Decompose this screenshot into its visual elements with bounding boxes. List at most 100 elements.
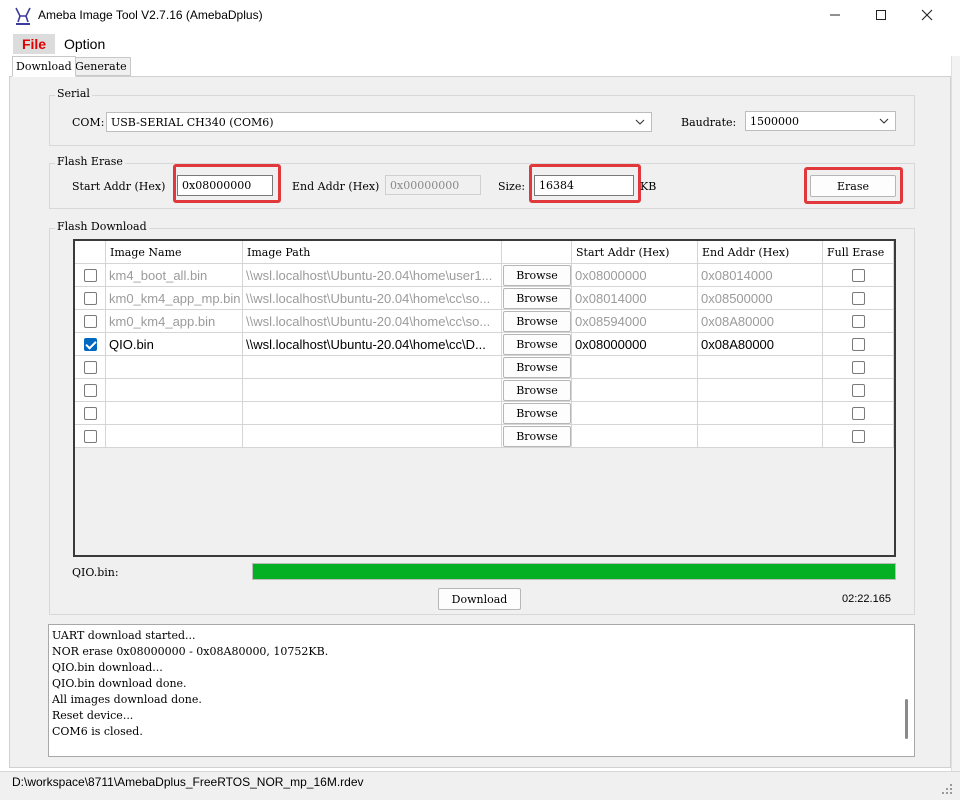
select-cell [75,425,106,448]
image-name-cell [106,379,243,402]
browse-cell: Browse [502,379,572,402]
end-addr-cell: 0x08500000 [698,287,823,310]
column-header-image-path: Image Path [243,241,502,264]
menu-file[interactable]: File [13,34,55,54]
select-checkbox[interactable] [83,314,97,328]
log-line: All images download done. [52,693,202,706]
download-button[interactable]: Download [438,588,521,610]
browse-button[interactable]: Browse [503,402,571,424]
browse-button[interactable]: Browse [503,310,571,332]
image-name-cell [106,425,243,448]
full-erase-cell [823,356,894,379]
select-cell [75,264,106,287]
image-name-cell [106,356,243,379]
select-checkbox[interactable] [83,268,97,282]
table-row: km0_km4_app.bin \\wsl.localhost\Ubuntu-20… [75,310,894,333]
full-erase-cell [823,264,894,287]
image-path-cell: \\wsl.localhost\Ubuntu-20.04\home\cc\D..… [243,333,502,356]
select-cell [75,287,106,310]
full-erase-checkbox[interactable] [851,406,865,420]
table-row: Browse [75,356,894,379]
select-checkbox[interactable] [83,337,97,351]
full-erase-cell [823,287,894,310]
end-addr-input: 0x00000000 [385,175,481,195]
flash-erase-group-title: Flash Erase [55,155,125,168]
image-name-cell: km4_boot_all.bin [106,264,243,287]
full-erase-checkbox[interactable] [851,291,865,305]
full-erase-cell [823,425,894,448]
start-addr-label: Start Addr (Hex) [72,180,166,193]
table-row: km0_km4_app_mp.bin \\wsl.localhost\Ubuntu… [75,287,894,310]
browse-button[interactable]: Browse [503,379,571,401]
com-select[interactable]: USB-SERIAL CH340 (COM6) [106,112,652,132]
browse-cell: Browse [502,402,572,425]
close-icon [921,9,933,21]
select-checkbox[interactable] [83,360,97,374]
browse-cell: Browse [502,425,572,448]
select-checkbox[interactable] [83,383,97,397]
end-addr-cell [698,402,823,425]
select-cell [75,402,106,425]
app-logo-icon [15,7,31,25]
column-header-image-name: Image Name [106,241,243,264]
full-erase-checkbox[interactable] [851,383,865,397]
progress-label: QIO.bin: [72,566,119,579]
log-lines: UART download started... NOR erase 0x0800… [52,628,328,740]
resize-grip-icon[interactable] [942,784,952,794]
start-addr-cell: 0x08594000 [572,310,698,333]
image-name-cell: km0_km4_app.bin [106,310,243,333]
full-erase-cell [823,333,894,356]
start-addr-input[interactable]: 0x08000000 [177,175,273,196]
maximize-icon [876,10,886,20]
tab-download[interactable]: Download [12,56,76,77]
select-checkbox[interactable] [83,291,97,305]
image-path-cell [243,402,502,425]
start-addr-cell: 0x08014000 [572,287,698,310]
background-window-edge [951,56,960,771]
progress-fill [253,564,895,579]
erase-button[interactable]: Erase [810,175,896,197]
tab-generate[interactable]: Generate [71,57,131,76]
image-path-cell: \\wsl.localhost\Ubuntu-20.04\home\cc\so.… [243,310,502,333]
browse-button[interactable]: Browse [503,333,571,355]
download-progress-bar [252,563,896,580]
baudrate-select[interactable]: 1500000 [745,111,896,131]
full-erase-checkbox[interactable] [851,268,865,282]
column-header-start-addr: Start Addr (Hex) [572,241,698,264]
flash-download-group-title: Flash Download [55,220,149,233]
browse-button[interactable]: Browse [503,425,571,447]
full-erase-checkbox[interactable] [851,314,865,328]
minimize-button[interactable] [812,0,858,30]
browse-button[interactable]: Browse [503,264,571,286]
select-checkbox[interactable] [83,406,97,420]
image-path-cell: \\wsl.localhost\Ubuntu-20.04\home\cc\so.… [243,287,502,310]
size-input[interactable]: 16384 [534,175,634,196]
log-output[interactable]: UART download started... NOR erase 0x0800… [48,624,915,757]
log-scrollbar[interactable] [905,699,908,739]
browse-button[interactable]: Browse [503,356,571,378]
end-addr-cell: 0x08A80000 [698,333,823,356]
close-button[interactable] [904,0,950,30]
baudrate-label: Baudrate: [681,116,737,129]
elapsed-time: 02:22.165 [842,593,891,605]
log-line: UART download started... [52,629,196,642]
browse-cell: Browse [502,310,572,333]
browse-cell: Browse [502,287,572,310]
end-addr-cell [698,425,823,448]
log-line: NOR erase 0x08000000 - 0x08A80000, 10752… [52,645,329,658]
table-row: Browse [75,402,894,425]
maximize-button[interactable] [858,0,904,30]
table-row: Browse [75,379,894,402]
full-erase-checkbox[interactable] [851,360,865,374]
image-table: Image Name Image Path Start Addr (Hex) E… [73,239,896,557]
select-checkbox[interactable] [83,429,97,443]
size-label: Size: [498,180,526,193]
browse-button[interactable]: Browse [503,287,571,309]
menu-option[interactable]: Option [64,34,105,54]
end-addr-cell: 0x08A80000 [698,310,823,333]
start-addr-cell [572,379,698,402]
select-cell [75,333,106,356]
full-erase-checkbox[interactable] [851,429,865,443]
full-erase-checkbox[interactable] [851,337,865,351]
browse-cell: Browse [502,264,572,287]
